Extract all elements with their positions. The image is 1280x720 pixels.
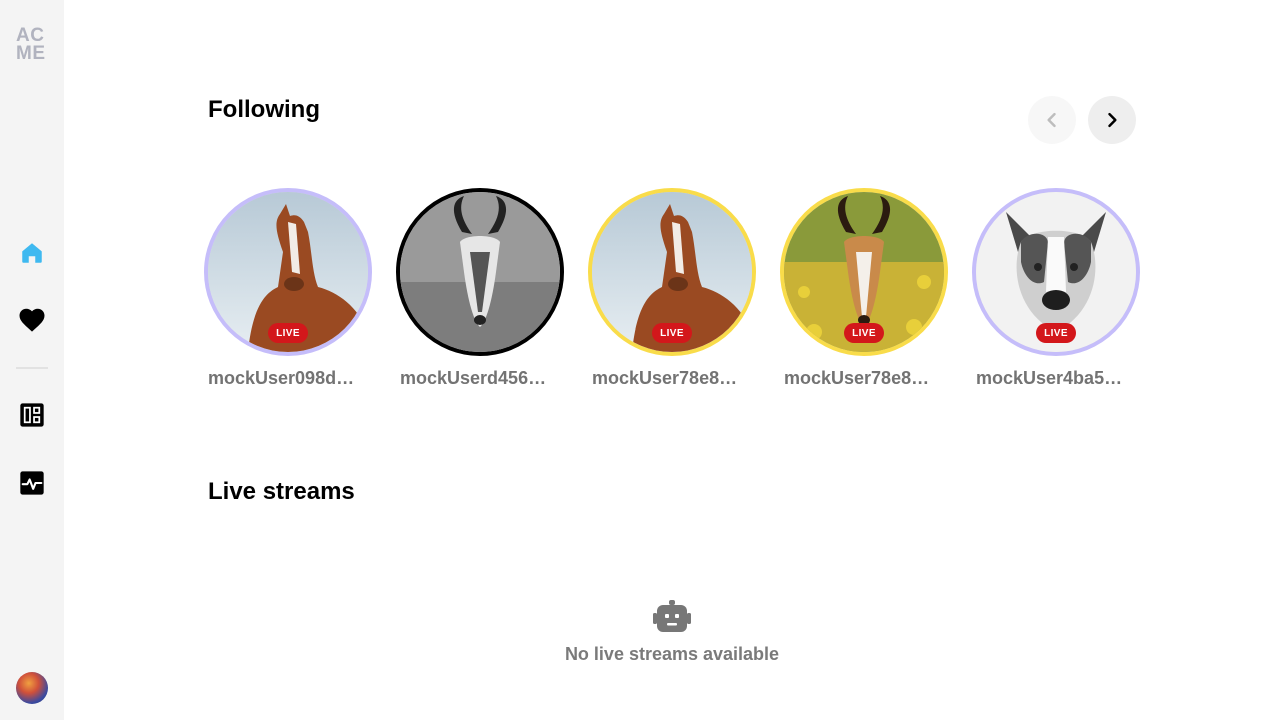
- following-title: Following: [208, 96, 320, 123]
- chevron-right-icon: [1108, 112, 1117, 128]
- live-badge: LIVE: [1036, 323, 1076, 343]
- user-avatar[interactable]: [16, 672, 48, 704]
- activity-icon: [20, 471, 44, 495]
- username-label: mockUser78e8…: [784, 368, 930, 388]
- carousel-next-button[interactable]: [1088, 96, 1136, 144]
- nav-activity-button[interactable]: [16, 467, 48, 499]
- nav-home-button[interactable]: [16, 237, 48, 269]
- home-icon: [22, 243, 42, 263]
- sidebar: AC ME: [0, 0, 64, 720]
- logo-line-2: ME: [16, 43, 46, 64]
- username-label: mockUser78e8…: [592, 368, 738, 388]
- username-label: mockUserd456…: [400, 368, 547, 388]
- empty-state: No live streams available: [472, 600, 872, 665]
- gazelle-bw-image: [400, 192, 560, 352]
- live-badge: LIVE: [652, 323, 692, 343]
- empty-state-message: No live streams available: [564, 644, 780, 664]
- username-label: mockUser098d…: [208, 368, 355, 388]
- nav-favorites-button[interactable]: [16, 304, 48, 336]
- heart-icon: [19, 308, 45, 332]
- chevron-left-icon: [1047, 112, 1056, 128]
- carousel-prev-button[interactable]: [1028, 96, 1076, 144]
- live-badge: LIVE: [844, 323, 884, 343]
- robot-icon: [653, 600, 691, 632]
- live-streams-title: Live streams: [208, 478, 355, 505]
- nav-divider: [16, 367, 48, 369]
- live-badge: LIVE: [268, 323, 308, 343]
- acme-logo[interactable]: AC ME: [16, 26, 50, 64]
- username-label: mockUser4ba56…: [976, 368, 1132, 388]
- user-avatar-ring: [396, 188, 564, 356]
- nav-dashboard-button[interactable]: [16, 399, 48, 431]
- dashboard-icon: [20, 403, 44, 427]
